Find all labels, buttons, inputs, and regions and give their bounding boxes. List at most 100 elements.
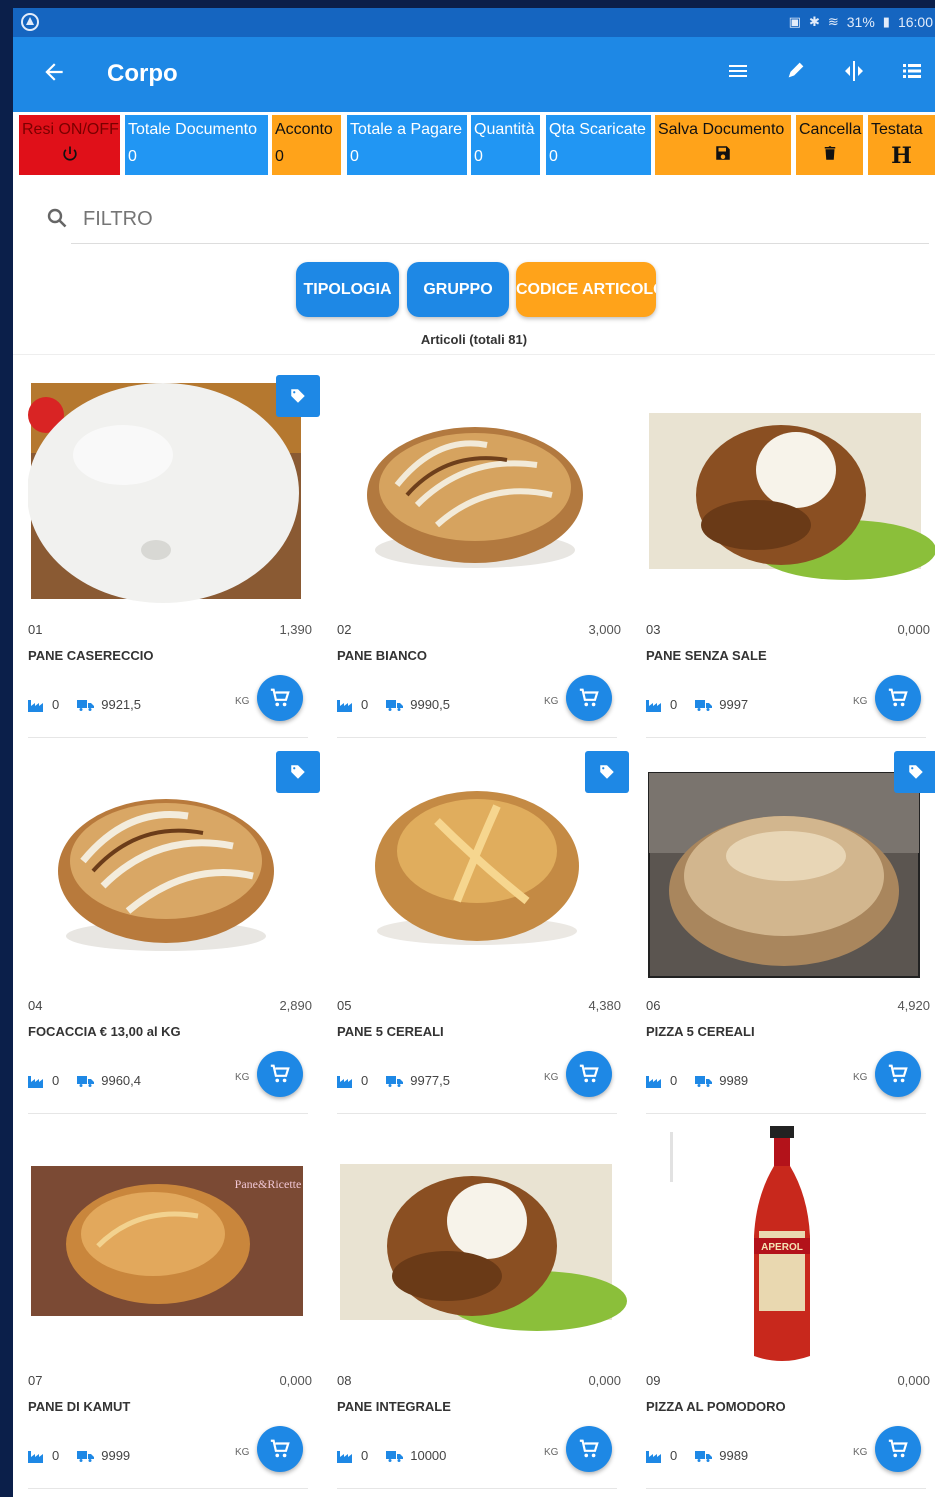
product-name: PANE INTEGRALE <box>337 1399 451 1414</box>
product-image <box>648 772 920 978</box>
clock: 16:00 <box>897 14 933 30</box>
unit-label: KG <box>853 696 868 707</box>
cast-icon: ▣ <box>788 14 801 29</box>
app-notification-icon <box>21 13 39 31</box>
product-price: 0,000 <box>588 1373 621 1388</box>
product-card[interactable]: Pane&Ricette 07 0,000 PANE DI KAMUT 0 99… <box>28 1126 318 1489</box>
product-image <box>649 413 935 580</box>
watermark-text: Pane&Ricette <box>235 1177 302 1191</box>
stock-qty: 0 <box>361 1073 369 1088</box>
unit-label: KG <box>544 696 559 707</box>
acconto-field[interactable]: Acconto 0 <box>272 115 341 175</box>
card-divider <box>28 737 308 738</box>
product-image <box>367 427 583 568</box>
truck-icon <box>77 699 95 711</box>
product-card[interactable]: 01 1,390 PANE CASERECCIO 0 9921,5 KG <box>28 375 320 738</box>
factory-icon <box>337 1450 352 1463</box>
cancella-button[interactable]: Cancella <box>796 115 863 175</box>
product-price: 2,890 <box>279 998 312 1013</box>
tag-icon[interactable] <box>276 375 320 417</box>
add-to-cart-button[interactable] <box>257 675 303 721</box>
split-view-icon[interactable] <box>841 59 867 91</box>
unit-label: KG <box>235 1072 250 1083</box>
product-card[interactable]: 02 3,000 PANE BIANCO 0 9990,5 KG <box>337 375 627 738</box>
battery-icon: ▮ <box>882 14 890 29</box>
chip-gruppo[interactable]: GRUPPO <box>407 262 509 317</box>
chip-codice-articolo[interactable]: CODICE ARTICOLO <box>516 262 656 317</box>
cart-icon <box>270 1064 290 1083</box>
menu-lines-icon[interactable] <box>725 59 751 91</box>
divider <box>13 354 935 355</box>
truck-icon <box>695 1450 713 1462</box>
edit-pencil-icon[interactable] <box>783 59 809 91</box>
add-to-cart-button[interactable] <box>875 675 921 721</box>
filter-input[interactable] <box>83 204 863 234</box>
ordered-qty: 9977,5 <box>410 1073 450 1088</box>
ordered-qty: 9989 <box>719 1073 749 1088</box>
factory-icon <box>646 1450 661 1463</box>
ordered-qty: 9989 <box>719 1448 749 1463</box>
factory-icon <box>646 1075 661 1088</box>
chip-tipologia[interactable]: TIPOLOGIA <box>296 262 399 317</box>
card-divider <box>337 1488 617 1489</box>
power-icon <box>22 144 117 170</box>
stock-qty: 0 <box>361 697 369 712</box>
add-to-cart-button[interactable] <box>566 1051 612 1097</box>
app-screen: ▣ ✱ ≋ 31% ▮ 16:00 Corpo Resi ON/OFF Tota… <box>13 8 935 1497</box>
cart-icon <box>270 1439 290 1458</box>
product-code: 09 <box>646 1373 661 1388</box>
product-image: Pane&Ricette <box>31 1166 303 1316</box>
stock-qty: 0 <box>52 697 60 712</box>
product-card[interactable]: APEROL 09 0,000 PIZZA AL POMODORO 0 9989… <box>646 1126 935 1489</box>
product-code: 07 <box>28 1373 43 1388</box>
add-to-cart-button[interactable] <box>257 1051 303 1097</box>
product-code: 01 <box>28 622 43 637</box>
ordered-qty: 9960,4 <box>101 1073 141 1088</box>
tag-icon[interactable] <box>276 751 320 793</box>
tag-icon[interactable] <box>585 751 629 793</box>
stock-qty: 0 <box>361 1448 369 1463</box>
bluetooth-icon: ✱ <box>808 14 820 29</box>
ordered-qty: 9990,5 <box>410 697 450 712</box>
back-arrow-icon[interactable] <box>41 59 67 91</box>
filter-bar <box>47 196 929 244</box>
card-divider <box>337 737 617 738</box>
search-icon <box>45 206 69 230</box>
truck-icon <box>695 699 713 711</box>
product-card[interactable]: 03 0,000 PANE SENZA SALE 0 9997 KG <box>646 375 935 738</box>
articles-count: Articoli (totali 81) <box>420 332 528 347</box>
factory-icon <box>646 699 661 712</box>
product-card[interactable]: 05 4,380 PANE 5 CEREALI 0 9977,5 KG <box>337 751 629 1114</box>
ordered-qty: 10000 <box>410 1448 447 1463</box>
unit-label: KG <box>544 1447 559 1458</box>
product-code: 08 <box>337 1373 352 1388</box>
truck-icon <box>386 1075 404 1087</box>
battery-percent: 31% <box>846 14 875 30</box>
resi-toggle-button[interactable]: Resi ON/OFF <box>19 115 120 175</box>
add-to-cart-button[interactable] <box>875 1051 921 1097</box>
product-code: 04 <box>28 998 43 1013</box>
testata-button[interactable]: Testata H <box>868 115 935 175</box>
save-icon <box>658 144 788 168</box>
salva-documento-button[interactable]: Salva Documento <box>655 115 791 175</box>
product-card[interactable]: 06 4,920 PIZZA 5 CEREALI 0 9989 KG <box>646 751 935 1114</box>
header-h-icon: H <box>891 143 912 169</box>
add-to-cart-button[interactable] <box>566 1426 612 1472</box>
cart-icon <box>579 1064 599 1083</box>
product-card[interactable]: 08 0,000 PANE INTEGRALE 0 10000 KG <box>337 1126 627 1489</box>
product-card[interactable]: 04 2,890 FOCACCIA € 13,00 al KG 0 9960,4… <box>28 751 320 1114</box>
cart-icon <box>270 688 290 707</box>
product-price: 3,000 <box>588 622 621 637</box>
add-to-cart-button[interactable] <box>257 1426 303 1472</box>
document-toolbar: Resi ON/OFF Totale Documento 0 Acconto 0… <box>19 115 935 175</box>
add-to-cart-button[interactable] <box>566 675 612 721</box>
product-price: 4,380 <box>588 998 621 1013</box>
product-name: PIZZA AL POMODORO <box>646 1399 786 1414</box>
add-to-cart-button[interactable] <box>875 1426 921 1472</box>
ordered-qty: 9997 <box>719 697 749 712</box>
list-view-icon[interactable] <box>899 59 925 91</box>
tag-icon[interactable] <box>894 751 935 793</box>
card-divider <box>337 1113 617 1114</box>
card-divider <box>646 1113 926 1114</box>
factory-icon <box>337 699 352 712</box>
